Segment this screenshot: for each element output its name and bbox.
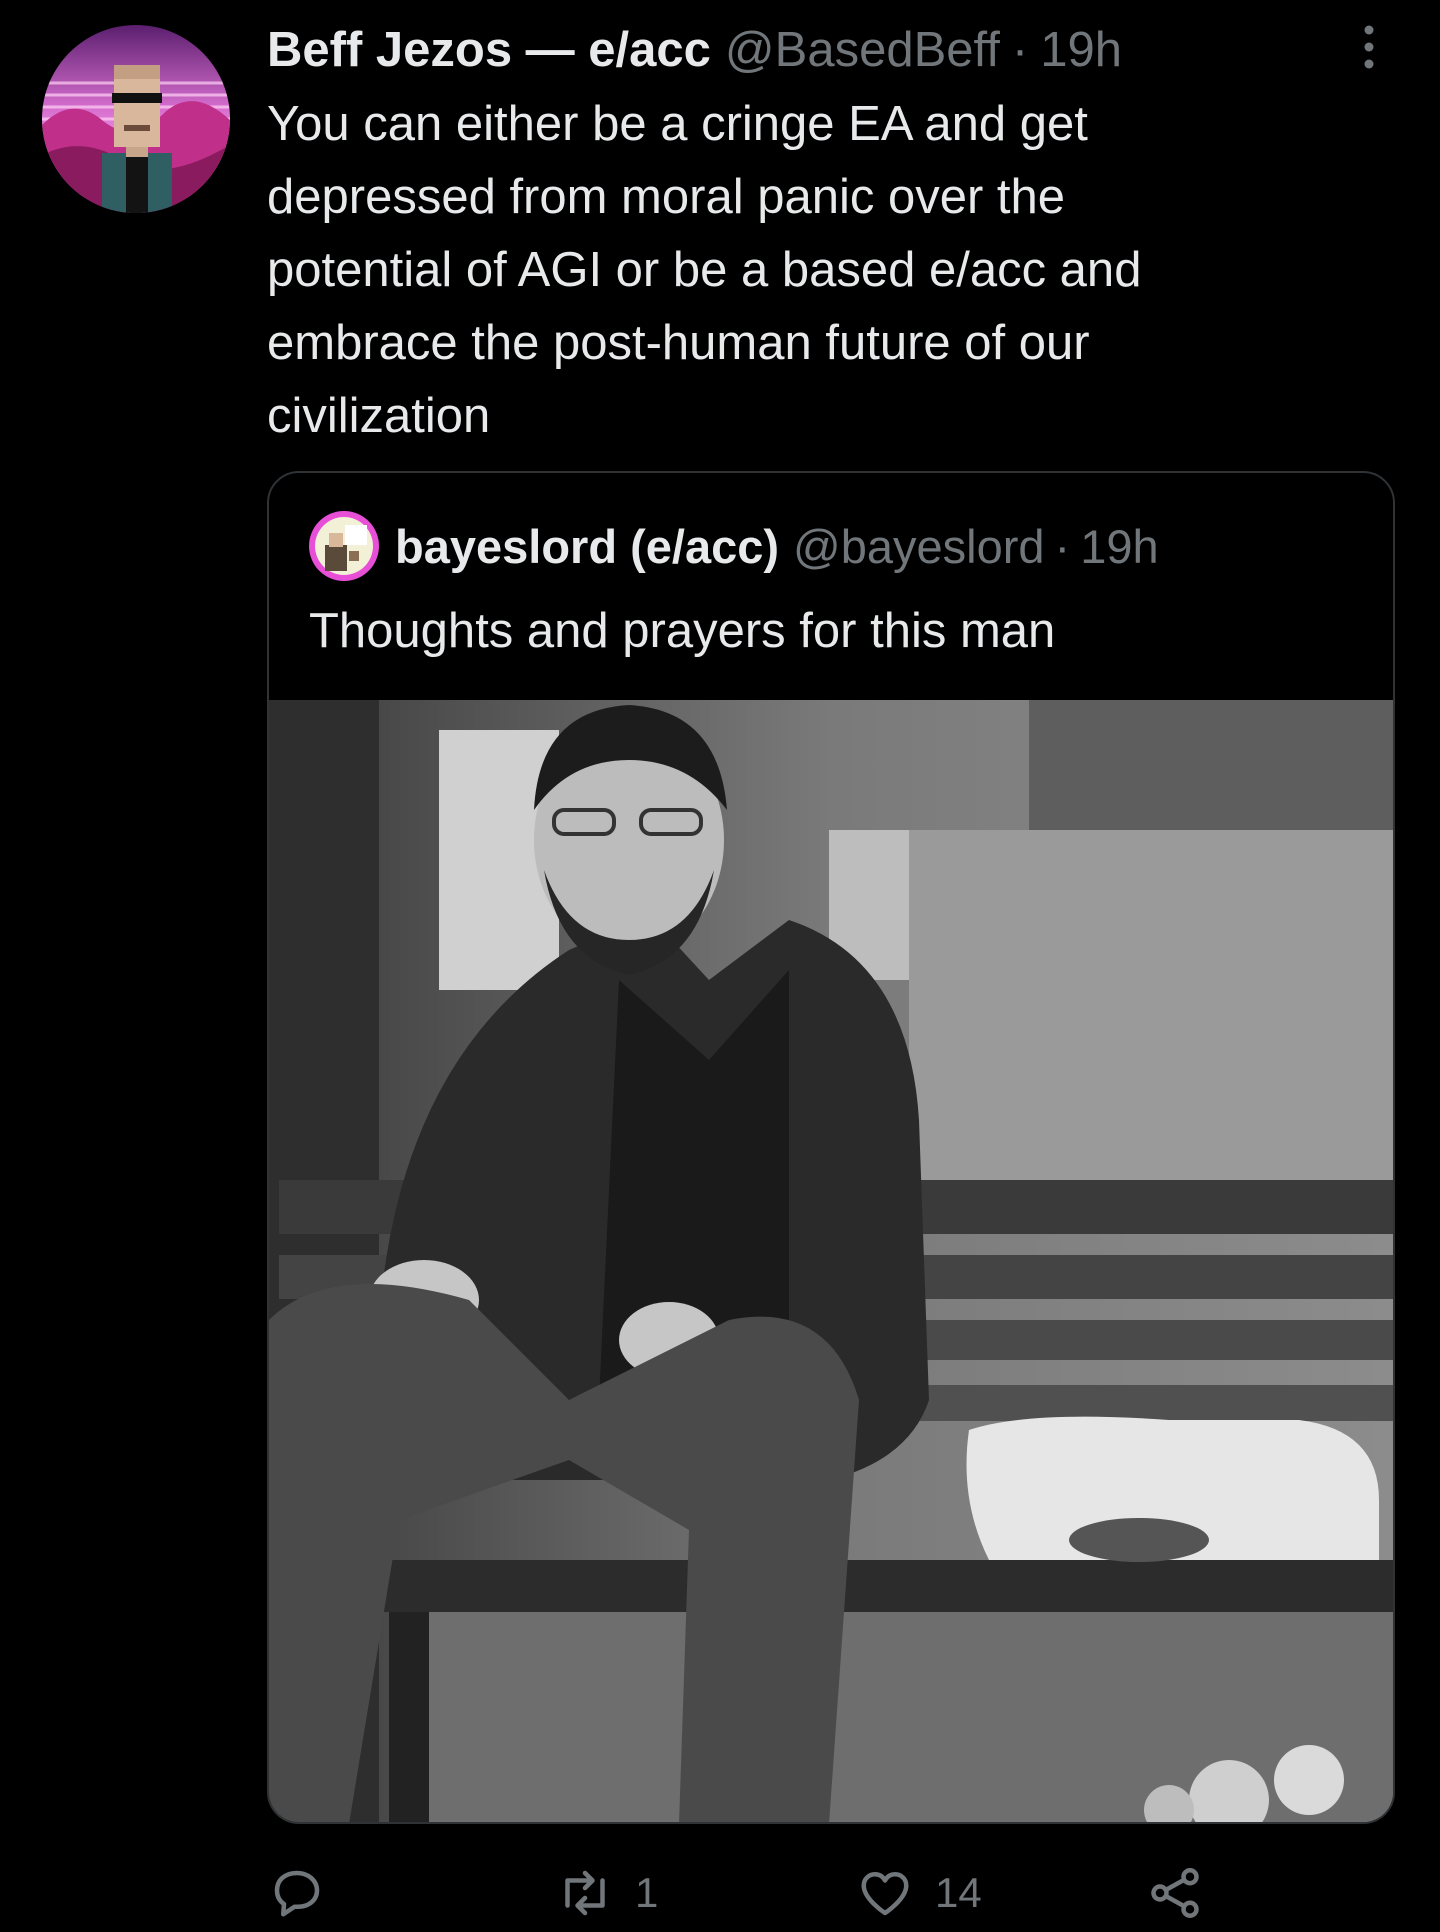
retweet-count: 1: [635, 1869, 659, 1916]
more-options-button[interactable]: [1354, 22, 1384, 72]
like-count: 14: [935, 1869, 982, 1916]
tweet-text-line: potential of AGI or be a based e/acc and: [267, 243, 1142, 297]
quoted-tweet-text: Thoughts and prayers for this man: [309, 604, 1056, 658]
author-display-name[interactable]: Beff Jezos — e/acc: [267, 22, 711, 78]
share-icon: [1151, 1868, 1199, 1918]
quoted-tweet[interactable]: bayeslord (e/acc) @bayeslord · 19h Thoug…: [267, 471, 1395, 1824]
quoted-tweet-photo[interactable]: [269, 700, 1393, 1822]
like-button[interactable]: 14: [855, 1858, 982, 1928]
quoted-header-separator: ·: [1054, 519, 1071, 573]
tweet-text-line: You can either be a cringe EA and get: [267, 97, 1088, 151]
tweet-header: Beff Jezos — e/acc @BasedBeff · 19h: [267, 18, 1122, 82]
more-icon: [1364, 25, 1374, 69]
author-avatar[interactable]: [42, 25, 230, 213]
quoted-author-handle[interactable]: @bayeslord: [793, 519, 1045, 574]
header-separator: ·: [1011, 23, 1029, 77]
tweet-text-line: civilization: [267, 389, 491, 443]
quoted-author-avatar[interactable]: [309, 511, 379, 581]
author-handle[interactable]: @BasedBeff: [725, 22, 1000, 78]
tweet-timestamp[interactable]: 19h: [1040, 22, 1122, 78]
heart-icon: [861, 1872, 909, 1916]
tweet-text: You can either be a cringe EA and get de…: [267, 88, 1387, 453]
quoted-author-display-name[interactable]: bayeslord (e/acc): [395, 519, 779, 574]
retweet-icon: [565, 1870, 605, 1916]
retweet-button[interactable]: 1: [555, 1858, 658, 1928]
reply-button[interactable]: [267, 1858, 327, 1928]
quoted-tweet-header: bayeslord (e/acc) @bayeslord · 19h: [309, 511, 1159, 581]
tweet-text-line: embrace the post-human future of our: [267, 316, 1090, 370]
tweet-text-line: depressed from moral panic over the: [267, 170, 1065, 224]
reply-icon: [274, 1870, 320, 1917]
tweet-actions-bar: 1 14: [267, 1858, 1395, 1928]
quoted-tweet-timestamp[interactable]: 19h: [1080, 519, 1158, 574]
share-button[interactable]: [1145, 1858, 1205, 1928]
